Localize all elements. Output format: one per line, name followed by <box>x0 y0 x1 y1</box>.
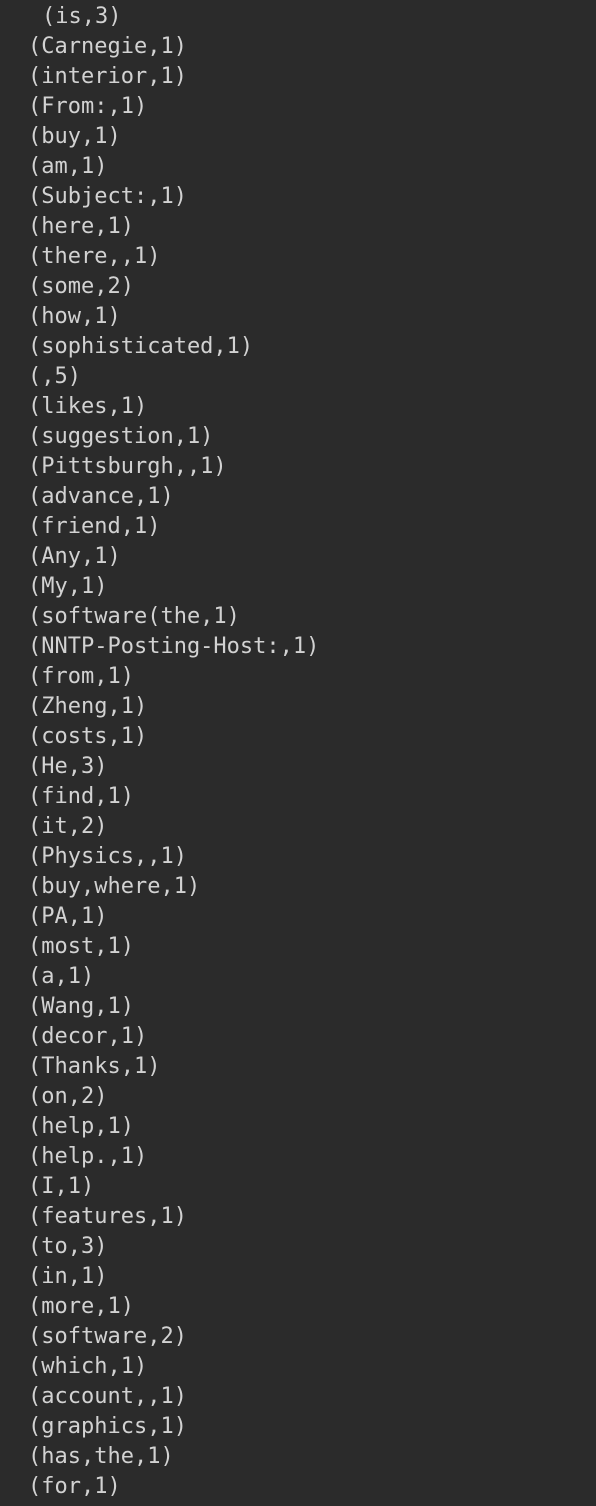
output-line: (graphics,1) <box>28 1414 187 1439</box>
output-line: (software,2) <box>28 1324 187 1349</box>
output-line: (here,1) <box>28 214 134 239</box>
output-line: (advance,1) <box>28 484 174 509</box>
output-line: (help.,1) <box>28 1144 148 1169</box>
output-line: (there,,1) <box>28 244 161 269</box>
output-line: (has,the,1) <box>28 1444 174 1469</box>
output-line: (My,1) <box>28 574 108 599</box>
output-line: (Physics,,1) <box>28 844 187 869</box>
output-line: (a,1) <box>28 964 95 989</box>
output-line: (From:,1) <box>28 94 148 119</box>
output-line: (Thanks,1) <box>28 1054 161 1079</box>
output-line: (He,3) <box>28 754 108 779</box>
output-line: (in,1) <box>28 1264 108 1289</box>
output-line: (buy,1) <box>28 124 121 149</box>
output-line: (how,1) <box>28 304 121 329</box>
word-count-output: (is,3) (Carnegie,1) (interior,1) (From:,… <box>28 2 319 1502</box>
output-line: (interior,1) <box>28 64 187 89</box>
output-line: (I,1) <box>28 1174 95 1199</box>
output-line: (likes,1) <box>28 394 148 419</box>
output-line: (sophisticated,1) <box>28 334 254 359</box>
output-line: (most,1) <box>28 934 134 959</box>
output-line: (Pittsburgh,,1) <box>28 454 227 479</box>
output-line: (am,1) <box>28 154 108 179</box>
output-line: (Wang,1) <box>28 994 134 1019</box>
output-line: (Any,1) <box>28 544 121 569</box>
output-line: (Subject:,1) <box>28 184 187 209</box>
output-line: (more,1) <box>28 1294 134 1319</box>
output-line: (on,2) <box>28 1084 108 1109</box>
output-line: (Carnegie,1) <box>28 34 187 59</box>
output-line: (to,3) <box>28 1234 108 1259</box>
output-line: (is,3) <box>42 4 122 29</box>
output-line: (help,1) <box>28 1114 134 1139</box>
output-line: (which,1) <box>28 1354 148 1379</box>
output-line: (it,2) <box>28 814 108 839</box>
output-line: (suggestion,1) <box>28 424 214 449</box>
output-line: (some,2) <box>28 274 134 299</box>
output-line: (decor,1) <box>28 1024 148 1049</box>
output-line: (from,1) <box>28 664 134 689</box>
output-line: (for,1) <box>28 1474 121 1499</box>
output-line: (Zheng,1) <box>28 694 148 719</box>
output-line: (features,1) <box>28 1204 187 1229</box>
output-line: (account,,1) <box>28 1384 187 1409</box>
output-line: (software(the,1) <box>28 604 240 629</box>
output-line: (PA,1) <box>28 904 108 929</box>
output-line: (costs,1) <box>28 724 148 749</box>
output-line: (friend,1) <box>28 514 161 539</box>
output-line: (buy,where,1) <box>28 874 201 899</box>
output-line: (NNTP-Posting-Host:,1) <box>28 634 320 659</box>
output-line: (find,1) <box>28 784 134 809</box>
output-line: (,5) <box>28 364 81 389</box>
terminal-output-pane: (is,3) (Carnegie,1) (interior,1) (From:,… <box>0 0 596 1506</box>
